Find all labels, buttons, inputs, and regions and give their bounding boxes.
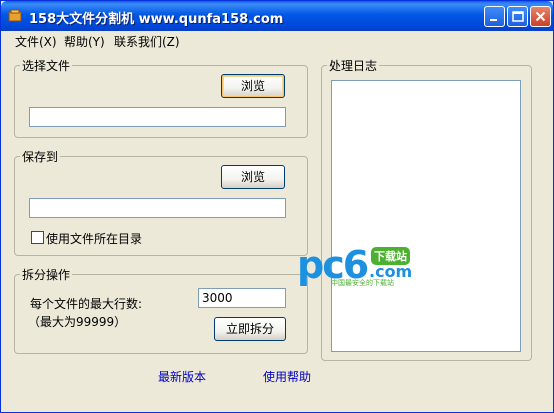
menu-help[interactable]: 帮助(Y) [64, 33, 105, 50]
use-source-dir-checkbox[interactable] [31, 231, 44, 244]
menu-contact[interactable]: 联系我们(Z) [114, 33, 180, 50]
use-source-dir-label[interactable]: 使用文件所在目录 [46, 230, 142, 247]
title-bar[interactable]: 158大文件分割机 www.qunfa158.com [1, 1, 553, 31]
select-file-path-input[interactable] [29, 107, 286, 127]
max-lines-hint: （最大为99999） [28, 315, 127, 329]
close-button[interactable] [530, 6, 551, 27]
usage-help-link[interactable]: 使用帮助 [263, 368, 311, 385]
app-icon [8, 9, 22, 22]
save-to-browse-button[interactable]: 浏览 [221, 165, 285, 189]
minimize-icon [490, 19, 497, 21]
watermark-tagline: 中国最安全的下载站 [331, 279, 394, 287]
select-file-browse-button[interactable]: 浏览 [221, 74, 285, 98]
window-title: 158大文件分割机 www.qunfa158.com [29, 12, 284, 27]
log-textarea[interactable] [331, 80, 521, 352]
select-file-legend: 选择文件 [20, 57, 73, 74]
split-legend: 拆分操作 [20, 266, 73, 283]
save-to-legend: 保存到 [20, 148, 61, 165]
pc6-watermark-logo: pc6 下载站 .com 中国最安全的下载站 [297, 245, 447, 291]
split-now-button[interactable]: 立即拆分 [214, 317, 286, 341]
close-icon [535, 11, 546, 22]
max-lines-input[interactable]: 3000 [198, 288, 286, 308]
log-legend: 处理日志 [327, 57, 380, 74]
save-to-path-input[interactable] [29, 198, 286, 218]
minimize-button[interactable] [484, 6, 505, 27]
maximize-icon [512, 11, 524, 22]
app-window: 158大文件分割机 www.qunfa158.com 文件(X) 帮助(Y) 联… [0, 0, 554, 413]
max-lines-label: 每个文件的最大行数: [30, 297, 143, 311]
latest-version-link[interactable]: 最新版本 [158, 368, 206, 385]
menu-file[interactable]: 文件(X) [15, 33, 57, 50]
maximize-button[interactable] [507, 6, 528, 27]
